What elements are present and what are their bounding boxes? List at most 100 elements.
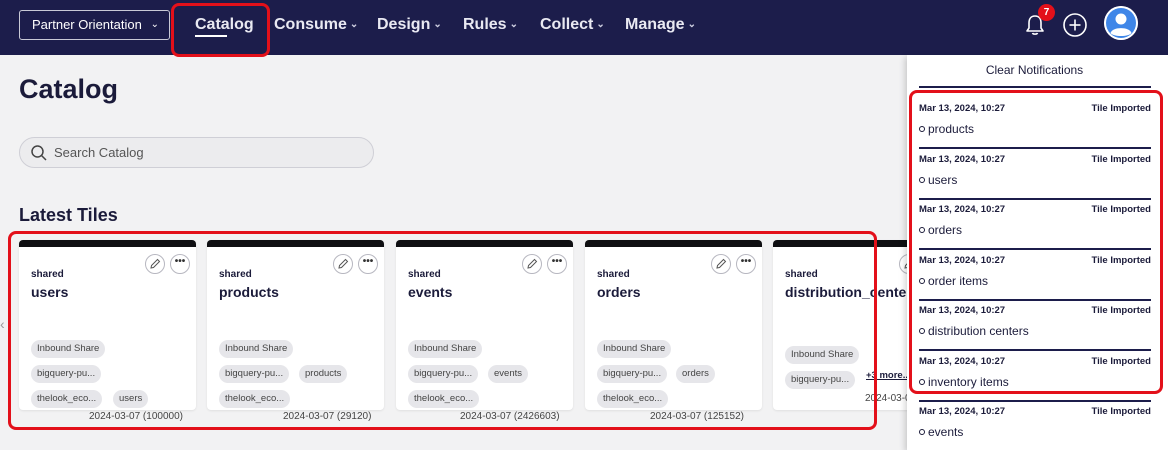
tile-name: orders <box>597 284 641 300</box>
tile-type: shared <box>31 269 64 280</box>
tile-tag: thelook_eco... <box>408 390 480 408</box>
notification-time: Mar 13, 2024, 10:27 <box>919 305 1006 316</box>
bullet-icon <box>919 328 925 334</box>
chevron-down-icon: ⌄ <box>509 19 518 30</box>
chevron-down-icon: ⌄ <box>150 19 159 30</box>
bullet-icon <box>919 429 925 435</box>
nav-item-label: Rules <box>463 16 507 33</box>
notification-item-name: events <box>928 425 964 439</box>
org-select-label: Partner Orientation <box>32 17 142 32</box>
nav-item-consume[interactable]: Consume ⌄ <box>274 14 358 36</box>
notification-kind: Tile Imported <box>1091 406 1151 417</box>
notification-kind: Tile Imported <box>1091 103 1151 114</box>
tile-tag: Inbound Share <box>597 340 672 358</box>
notification-item[interactable]: Mar 13, 2024, 10:27 Tile Imported order … <box>919 250 1151 301</box>
tile-type: shared <box>785 269 818 280</box>
more-tags-link[interactable]: +3 more.. <box>866 370 908 381</box>
tile-type: shared <box>219 269 252 280</box>
tile-name: products <box>219 284 279 300</box>
more-options-icon[interactable]: ••• <box>358 254 378 274</box>
chevron-down-icon: ⌄ <box>687 19 696 30</box>
pencil-icon[interactable] <box>522 254 542 274</box>
tile-card-products[interactable]: shared products ••• Inbound Share bigque… <box>207 240 384 410</box>
nav-item-manage[interactable]: Manage ⌄ <box>625 14 696 36</box>
nav-item-rules[interactable]: Rules ⌄ <box>463 14 518 36</box>
notification-kind: Tile Imported <box>1091 305 1151 316</box>
tile-tag: thelook_eco... <box>31 390 103 408</box>
carousel-left-arrow-icon[interactable]: ‹ <box>0 316 5 332</box>
notification-time: Mar 13, 2024, 10:27 <box>919 255 1006 266</box>
notification-item[interactable]: Mar 13, 2024, 10:27 Tile Imported invent… <box>919 351 1151 402</box>
notification-time: Mar 13, 2024, 10:27 <box>919 204 1006 215</box>
pencil-icon[interactable] <box>333 254 353 274</box>
tile-date: 2024-03-07 (100000) <box>89 411 183 422</box>
user-avatar[interactable] <box>1104 6 1138 40</box>
pencil-icon[interactable] <box>711 254 731 274</box>
nav-item-catalog[interactable]: Catalog <box>195 14 254 36</box>
notification-time: Mar 13, 2024, 10:27 <box>919 406 1006 417</box>
tile-tag: events <box>488 365 528 383</box>
notification-kind: Tile Imported <box>1091 356 1151 367</box>
tile-card-orders[interactable]: shared orders ••• Inbound Share bigquery… <box>585 240 762 410</box>
notification-item[interactable]: Mar 13, 2024, 10:27 Tile Imported users <box>919 149 1151 200</box>
tile-tag: Inbound Share <box>219 340 294 358</box>
notification-item-name: order items <box>928 274 989 288</box>
notifications-panel: Clear Notifications Mar 13, 2024, 10:27 … <box>907 55 1168 450</box>
pencil-icon[interactable] <box>145 254 165 274</box>
nav-item-label: Manage <box>625 16 685 33</box>
nav-item-label: Catalog <box>195 16 254 33</box>
notification-item-name: products <box>928 122 975 136</box>
tile-date: 2024-03-07 (2426603) <box>460 411 560 422</box>
tile-name: users <box>31 284 69 300</box>
bullet-icon <box>919 278 925 284</box>
notification-item-name: distribution centers <box>928 324 1029 338</box>
clear-notifications-button[interactable]: Clear Notifications <box>907 63 1162 77</box>
bullet-icon <box>919 126 925 132</box>
search-box[interactable] <box>19 137 374 168</box>
tile-tag: bigquery-pu... <box>219 365 290 383</box>
nav-item-label: Consume <box>274 16 347 33</box>
top-nav-bar: Partner Orientation ⌄ Catalog Consume ⌄ D… <box>0 0 1168 55</box>
more-options-icon[interactable]: ••• <box>547 254 567 274</box>
more-options-icon[interactable]: ••• <box>736 254 756 274</box>
bullet-icon <box>919 379 925 385</box>
org-select[interactable]: Partner Orientation ⌄ <box>19 10 170 40</box>
tile-tag: products <box>299 365 348 383</box>
nav-item-collect[interactable]: Collect ⌄ <box>540 14 605 36</box>
notification-item[interactable]: Mar 13, 2024, 10:27 Tile Imported distri… <box>919 300 1151 351</box>
tile-card-events[interactable]: shared events ••• Inbound Share bigquery… <box>396 240 573 410</box>
bullet-icon <box>919 177 925 183</box>
tile-type: shared <box>408 269 441 280</box>
chevron-down-icon: ⌄ <box>349 19 359 30</box>
tile-tag: bigquery-pu... <box>785 371 856 389</box>
nav-item-design[interactable]: Design ⌄ <box>377 14 442 36</box>
nav-item-label: Design <box>377 16 431 33</box>
tile-tag: orders <box>676 365 715 383</box>
search-icon <box>30 144 48 162</box>
search-input[interactable] <box>54 138 364 167</box>
tile-card-users[interactable]: shared users ••• Inbound Share bigquery-… <box>19 240 196 410</box>
tile-tag: bigquery-pu... <box>31 365 102 383</box>
notification-item[interactable]: Mar 13, 2024, 10:27 Tile Imported events <box>919 401 1151 450</box>
notification-item[interactable]: Mar 13, 2024, 10:27 Tile Imported orders <box>919 199 1151 250</box>
notification-kind: Tile Imported <box>1091 204 1151 215</box>
tile-tag: Inbound Share <box>785 346 860 364</box>
tile-name: distribution_centers <box>785 284 920 300</box>
active-tab-underline <box>195 35 227 37</box>
divider <box>919 86 1151 88</box>
tile-tag: thelook_eco... <box>597 390 669 408</box>
add-icon[interactable] <box>1062 12 1088 38</box>
notification-time: Mar 13, 2024, 10:27 <box>919 103 1006 114</box>
notification-time: Mar 13, 2024, 10:27 <box>919 356 1006 367</box>
notification-item[interactable]: Mar 13, 2024, 10:27 Tile Imported produc… <box>919 98 1151 149</box>
notification-kind: Tile Imported <box>1091 154 1151 165</box>
tile-name: events <box>408 284 453 300</box>
page-title: Catalog <box>19 74 119 104</box>
notification-kind: Tile Imported <box>1091 255 1151 266</box>
tile-date: 2024-03-0 <box>865 393 911 404</box>
notification-count-badge: 7 <box>1038 4 1055 21</box>
notification-item-name: inventory items <box>928 375 1009 389</box>
tile-tag: Inbound Share <box>31 340 106 358</box>
more-options-icon[interactable]: ••• <box>170 254 190 274</box>
tile-date: 2024-03-07 (29120) <box>283 411 372 422</box>
